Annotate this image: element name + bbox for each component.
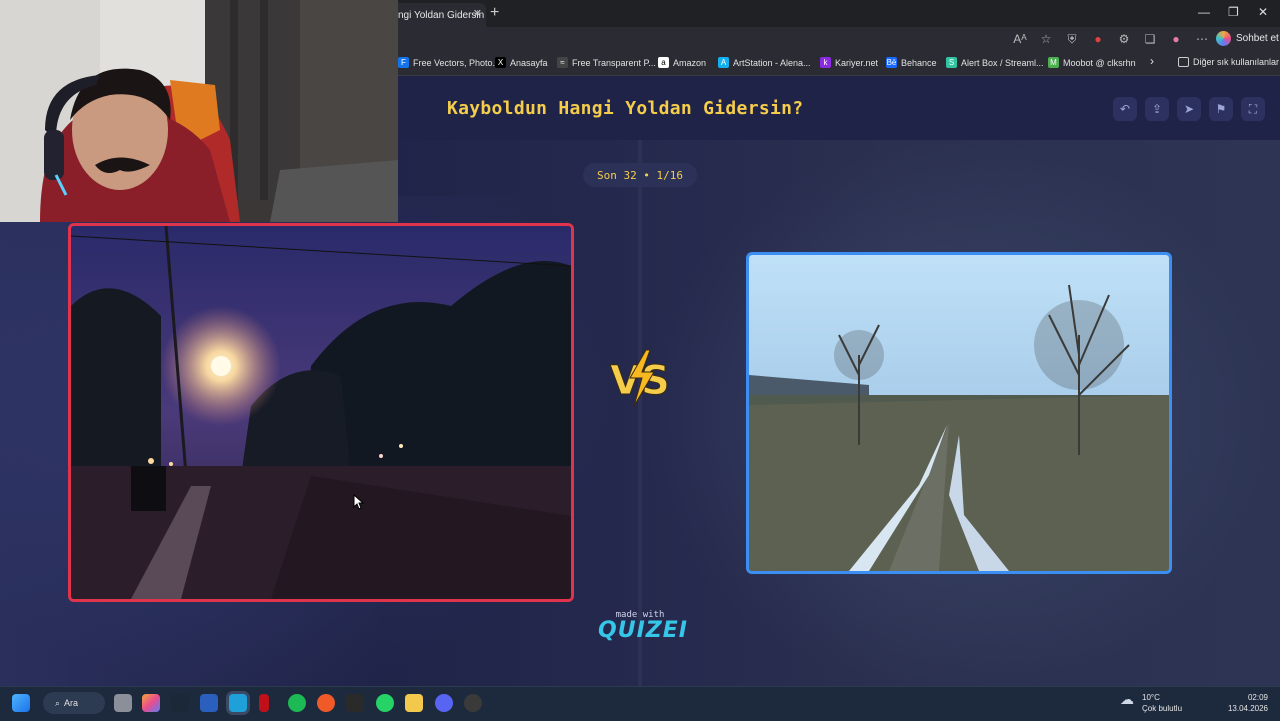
weather-widget[interactable]: ☁ 10°C Çok bulutlu [1120,692,1182,714]
bookmark-0[interactable]: F Free Vectors, Photo... [398,57,500,68]
windows-start-icon[interactable] [12,694,30,712]
more-menu-icon[interactable]: ⋯ [1194,32,1210,47]
weather-temp: 10°C [1142,693,1160,702]
bookmark-7-label: Alert Box / Streaml... [961,57,1044,68]
folder-icon [1178,57,1189,67]
bookmark-1-label: Anasayfa [510,57,548,68]
file-explorer-icon[interactable] [405,694,423,712]
discord-icon[interactable] [435,694,453,712]
mouse-cursor-icon [353,494,365,510]
search-label: Ara [64,698,79,708]
artstation-icon: A [718,57,729,68]
new-tab-button[interactable]: + [490,4,499,22]
shield-icon[interactable]: ⛨ [1064,32,1080,47]
copilot-taskbar-icon[interactable] [142,694,160,712]
epic-games-icon[interactable] [346,694,364,712]
amazon-icon: a [658,57,669,68]
kariyer-icon: k [820,57,831,68]
copilot-button[interactable]: Sohbet et [1216,31,1279,46]
bookmark-7[interactable]: S Alert Box / Streaml... [946,57,1044,68]
close-tab-icon[interactable]: ✕ [473,7,482,20]
favorite-star-icon[interactable]: ☆ [1038,32,1054,47]
round-indicator: Son 32 • 1/16 [583,163,697,187]
bookmarks-more-button[interactable]: › [1150,54,1154,68]
streamlabs-icon: S [946,57,957,68]
weather-desc: Çok bulutlu [1142,704,1183,713]
maximize-button[interactable]: ❐ [1228,5,1239,19]
task-view-icon[interactable] [114,694,132,712]
bookmark-1[interactable]: X Anasayfa [495,57,548,68]
other-favorites-folder[interactable]: Diğer sık kullanılanlar [1178,57,1279,67]
search-icon: ⌕ [55,697,61,708]
other-favorites-label: Diğer sık kullanılanlar [1193,57,1280,67]
fullscreen-icon[interactable]: ⛶ [1241,97,1265,121]
undo-icon[interactable]: ↶ [1113,97,1137,121]
made-with-badge[interactable]: made with QUIZEI [598,610,688,643]
bookmark-0-label: Free Vectors, Photo... [413,57,501,68]
bookmark-5[interactable]: k Kariyer.net [820,57,878,68]
night-street-image [71,226,571,599]
minimize-button[interactable]: — [1198,5,1210,19]
steam-icon[interactable] [171,694,189,712]
cloud-icon: ☁ [1120,691,1134,707]
send-icon[interactable]: ➤ [1177,97,1201,121]
dirt-path-image [749,255,1169,571]
vs-badge-icon: VS [610,349,670,407]
taskbar-clock[interactable]: 02:09 13.04.2026 [1228,692,1268,714]
bookmark-4-label: ArtStation - Alena... [733,57,811,68]
bookmark-8[interactable]: M Moobot @ clksrhn [1048,57,1136,68]
browser-tab-active[interactable]: ngi Yoldan Gidersin ? ✕ [392,3,486,27]
collections-icon[interactable]: ❏ [1142,32,1158,47]
option-left-card[interactable] [68,223,574,602]
option-right-card[interactable] [746,252,1172,574]
close-window-button[interactable]: ✕ [1258,5,1268,19]
bookmark-3-label: Amazon [673,57,707,68]
share-icon[interactable]: ⇪ [1145,97,1169,121]
bookmark-2-label: Free Transparent P... [572,57,656,68]
clock-date: 13.04.2026 [1227,704,1268,713]
netflix-icon[interactable] [259,694,269,712]
taskbar-search[interactable]: ⌕ Ara [43,692,105,714]
flag-icon[interactable]: ⚑ [1209,97,1233,121]
quiz-title: Kayboldun Hangi Yoldan Gidersin? [447,98,804,119]
store-icon[interactable] [200,694,218,712]
origin-icon[interactable] [317,694,335,712]
bookmark-4[interactable]: A ArtStation - Alena... [718,57,811,68]
copilot-icon [1216,31,1231,46]
profile-avatar-icon[interactable]: ● [1168,32,1184,47]
clock-time: 02:09 [1247,693,1268,702]
whatsapp-icon[interactable] [376,694,394,712]
address-bar-actions: Aᴬ ☆ ⛨ ● ⚙ ❏ ● ⋯ [1012,32,1210,47]
read-aloud-icon[interactable]: Aᴬ [1012,32,1028,47]
extension-red-icon[interactable]: ● [1090,32,1106,47]
quizei-logo: QUIZEI [598,618,688,643]
bookmark-8-label: Moobot @ clksrhn [1063,57,1136,68]
obs-icon[interactable] [464,694,482,712]
moobot-icon: M [1048,57,1059,68]
webcam-image [0,0,398,222]
webcam-overlay [0,0,398,222]
edge-icon[interactable] [229,694,247,712]
copilot-label: Sohbet et [1236,33,1279,44]
bookmark-5-label: Kariyer.net [835,57,879,68]
bookmark-2-icon: ≈ [557,57,568,68]
x-logo-icon: X [495,57,506,68]
spotify-icon[interactable] [288,694,306,712]
behance-icon: Bē [886,57,897,68]
windows-taskbar [0,686,1280,721]
bookmark-6-label: Behance [901,57,937,68]
bookmark-3[interactable]: a Amazon [658,57,706,68]
bookmark-2[interactable]: ≈ Free Transparent P... [557,57,656,68]
bookmark-6[interactable]: Bē Behance [886,57,937,68]
bookmark-0-icon: F [398,57,409,68]
extensions-icon[interactable]: ⚙ [1116,32,1132,47]
